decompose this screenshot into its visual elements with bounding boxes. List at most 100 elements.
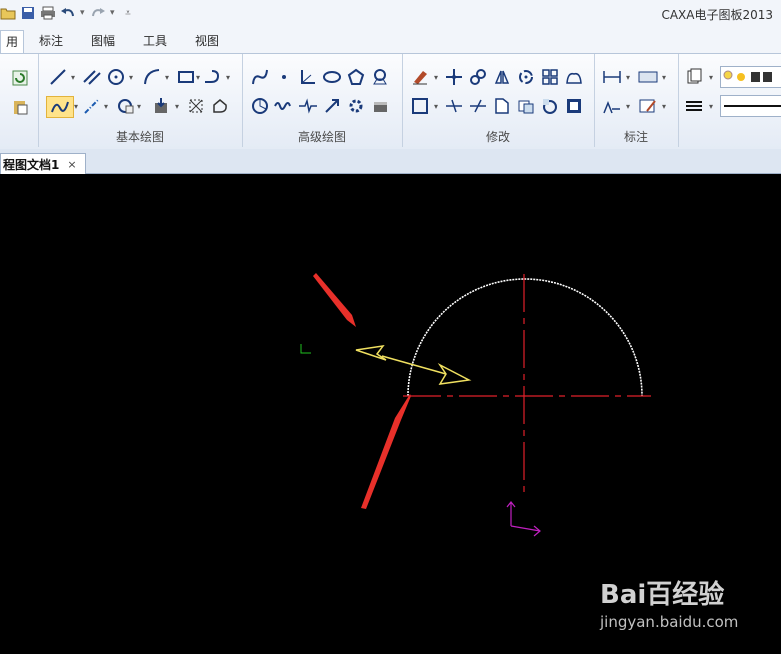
layer-combo[interactable] [720, 66, 781, 88]
edit-text-icon[interactable] [638, 96, 658, 116]
tab-common[interactable]: 用 [0, 30, 24, 54]
baidu-watermark-logo: Bai百经验 [600, 580, 725, 610]
chevron-down-icon[interactable]: ▾ [226, 73, 230, 82]
spline-icon[interactable] [46, 96, 74, 118]
point-grid-icon[interactable] [186, 96, 206, 116]
ribbon-group-advanced-drawing: 高级绘图 [242, 54, 403, 147]
crosshair-cursor [300, 344, 311, 354]
ribbon-group-properties: ▾ ▾ [678, 54, 781, 147]
group-label-modify: 修改 [485, 130, 510, 144]
document-tabs: 程图文档1 × [0, 149, 781, 174]
parallel-line-icon[interactable] [82, 67, 102, 87]
chevron-down-icon[interactable]: ▾ [709, 102, 713, 111]
circle-icon[interactable] [106, 67, 126, 87]
center-mark-icon[interactable] [370, 67, 390, 87]
trim-icon[interactable] [410, 96, 430, 116]
annotation-arrow [313, 273, 356, 327]
open-icon[interactable] [0, 5, 16, 21]
line-icon[interactable] [48, 67, 68, 87]
arrow-icon[interactable] [322, 96, 342, 116]
chevron-down-icon[interactable]: ▾ [662, 73, 666, 82]
array-icon[interactable] [540, 67, 560, 87]
chevron-down-icon[interactable]: ▾ [434, 73, 438, 82]
ellipse-icon[interactable] [322, 67, 342, 87]
tab-sheet[interactable]: 图幅 [82, 30, 124, 53]
chevron-down-icon[interactable]: ▾ [165, 73, 169, 82]
scale-icon[interactable] [564, 67, 584, 87]
hatch-icon[interactable] [116, 96, 136, 116]
chevron-down-icon[interactable]: ▾ [175, 102, 179, 111]
close-icon[interactable]: × [67, 158, 76, 171]
explode-icon[interactable] [516, 96, 536, 116]
text-icon[interactable] [638, 67, 658, 87]
rectangle-icon[interactable] [176, 67, 196, 87]
group-label-advanced: 高级绘图 [297, 130, 346, 144]
chevron-down-icon[interactable]: ▾ [626, 73, 630, 82]
redo-icon[interactable] [90, 5, 106, 21]
ribbon-tabs: 用 标注 图幅 工具 视图 [0, 27, 781, 54]
chevron-down-icon[interactable]: ▾ [434, 102, 438, 111]
extend-icon[interactable] [444, 96, 464, 116]
stretch-icon[interactable] [540, 96, 560, 116]
gear-icon[interactable] [346, 96, 366, 116]
document-tab[interactable]: 程图文档1 × [0, 153, 86, 174]
block-insert-icon[interactable] [152, 96, 172, 116]
chevron-down-icon[interactable]: ▾ [662, 102, 666, 111]
tab-tools[interactable]: 工具 [134, 30, 176, 53]
hole-table-icon[interactable] [370, 96, 390, 116]
chevron-down-icon[interactable]: ▾ [110, 8, 116, 18]
dimension-icon[interactable] [602, 67, 622, 87]
chevron-down-icon[interactable]: ▾ [80, 8, 86, 18]
app-title: CAXA电子图板2013 [661, 8, 773, 22]
mirror-icon[interactable] [492, 67, 512, 87]
break-line-icon[interactable] [298, 96, 318, 116]
ribbon: ▾ ▾ ▾ ▾ ▾ ▾ ▾ ▾ ▾ 基本绘图 高级绘图 ▾ ▾ 修改 ▾ ▾ ▾… [0, 53, 781, 150]
copy-icon[interactable] [468, 67, 488, 87]
linewidth-icon[interactable] [684, 96, 704, 116]
chevron-down-icon[interactable]: ▾ [196, 73, 200, 82]
polyline-icon[interactable] [202, 67, 222, 87]
pie-icon[interactable] [250, 96, 270, 116]
arc-icon[interactable] [142, 67, 162, 87]
rotate-icon[interactable] [516, 67, 536, 87]
centerline-icon[interactable] [82, 96, 102, 116]
tab-view[interactable]: 视图 [186, 30, 228, 53]
arrowhead [437, 362, 472, 385]
polygon-icon[interactable] [346, 67, 366, 87]
save-icon[interactable] [20, 5, 36, 21]
refresh-icon[interactable] [10, 68, 30, 88]
print-icon[interactable] [40, 5, 56, 21]
break-icon[interactable] [468, 96, 488, 116]
cloud-icon[interactable] [210, 96, 230, 116]
chevron-down-icon[interactable]: ▾ [74, 102, 78, 111]
curve-icon[interactable] [250, 67, 270, 87]
linetype-combo[interactable] [720, 95, 781, 117]
undo-icon[interactable] [60, 5, 76, 21]
properties-icon[interactable] [564, 96, 584, 116]
ribbon-group-basic-drawing: ▾ ▾ ▾ ▾ ▾ ▾ ▾ ▾ ▾ 基本绘图 [38, 54, 243, 147]
title-bar: ▾ ▾ ⩡ CAXA电子图板2013 [0, 0, 781, 27]
arrowhead [355, 344, 387, 361]
ribbon-group-clipboard [0, 54, 39, 147]
chevron-down-icon[interactable]: ▾ [104, 102, 108, 111]
ribbon-group-modify: ▾ ▾ 修改 [402, 54, 595, 147]
eraser-icon[interactable] [410, 67, 430, 87]
chevron-down-icon[interactable]: ▾ [626, 102, 630, 111]
chevron-down-icon[interactable]: ▾ [709, 73, 713, 82]
chevron-down-icon[interactable]: ▾ [71, 73, 75, 82]
chevron-down-icon[interactable]: ▾ [129, 73, 133, 82]
fillet-icon[interactable] [492, 96, 512, 116]
point-icon[interactable] [274, 67, 294, 87]
roughness-icon[interactable] [602, 96, 622, 116]
angle-line-icon[interactable] [298, 67, 318, 87]
ucs-icon [506, 501, 541, 537]
layer-icon[interactable] [684, 67, 704, 87]
baidu-watermark-url: jingyan.baidu.com [600, 613, 739, 631]
move-icon[interactable] [444, 67, 464, 87]
chevron-down-icon[interactable]: ▾ [137, 102, 141, 111]
tab-annotate[interactable]: 标注 [30, 30, 72, 53]
customize-icon[interactable]: ⩡ [120, 5, 136, 21]
group-label-annotate: 标注 [623, 130, 648, 144]
paste-icon[interactable] [10, 97, 30, 117]
wave-icon[interactable] [274, 96, 294, 116]
